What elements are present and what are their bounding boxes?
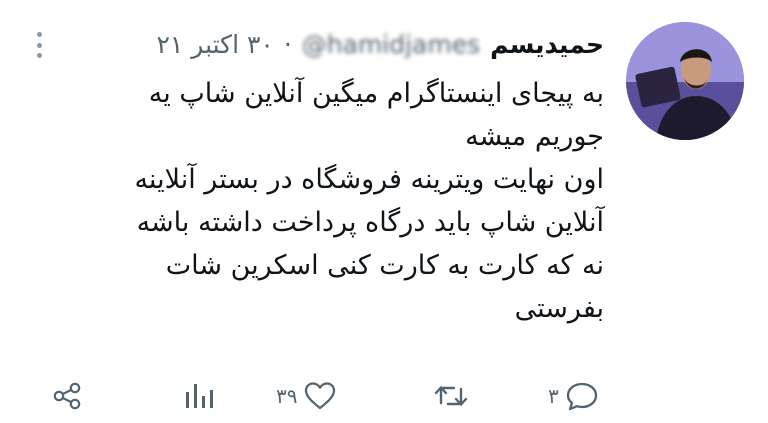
heart-icon [305,382,336,410]
tweet-body-line: نه که کارت به کارت کنی اسکرین شات [165,250,604,281]
more-dot [36,32,42,37]
like-button[interactable]: ۳۹ [276,370,337,422]
tweet-body-line: بفرستی [514,293,604,324]
author-handle[interactable]: @hamidjames [302,30,480,59]
tweet-body-line: اون نهایت ویترینه فروشگاه در بستر آنلاین… [134,164,604,195]
more-dot [36,42,42,48]
author-name[interactable]: حمیدیسم [490,30,604,59]
tweet-body-line: آنلاین شاپ باید درگاه پرداخت داشته باشه [136,207,604,238]
action-bar: ۳۹ ۳ [0,370,768,422]
retweet-icon [434,386,468,406]
share-button[interactable] [52,370,82,422]
reply-count: ۳ [548,384,559,408]
tweet-body-line: جوریم میشه [465,121,604,152]
avatar-photo [626,22,744,140]
tweet-header: حمیدیسم @hamidjames · ۳۰ اکتبر ۲۱ [20,22,604,66]
header-separator: · [283,29,292,59]
tweet-body-line: به پیجای اینستاگرام میگین آنلاین شاپ یه [148,78,604,109]
tweet-card[interactable]: حمیدیسم @hamidjames · ۳۰ اکتبر ۲۱ به پیج… [0,0,768,423]
analytics-icon [186,384,213,408]
author-handle-text: @hamidjames [301,29,481,59]
analytics-button[interactable] [183,370,215,422]
tweet-body: به پیجای اینستاگرام میگین آنلاین شاپ یه … [20,72,604,330]
tweet-date[interactable]: ۳۰ اکتبر ۲۱ [156,30,273,59]
share-icon [53,382,81,410]
avatar[interactable] [626,22,744,140]
like-count: ۳۹ [276,384,298,408]
reply-button[interactable]: ۳ [548,370,599,422]
more-options-icon[interactable] [34,32,44,58]
retweet-button[interactable] [433,370,469,422]
reply-icon [566,382,597,411]
more-dot [36,53,42,58]
